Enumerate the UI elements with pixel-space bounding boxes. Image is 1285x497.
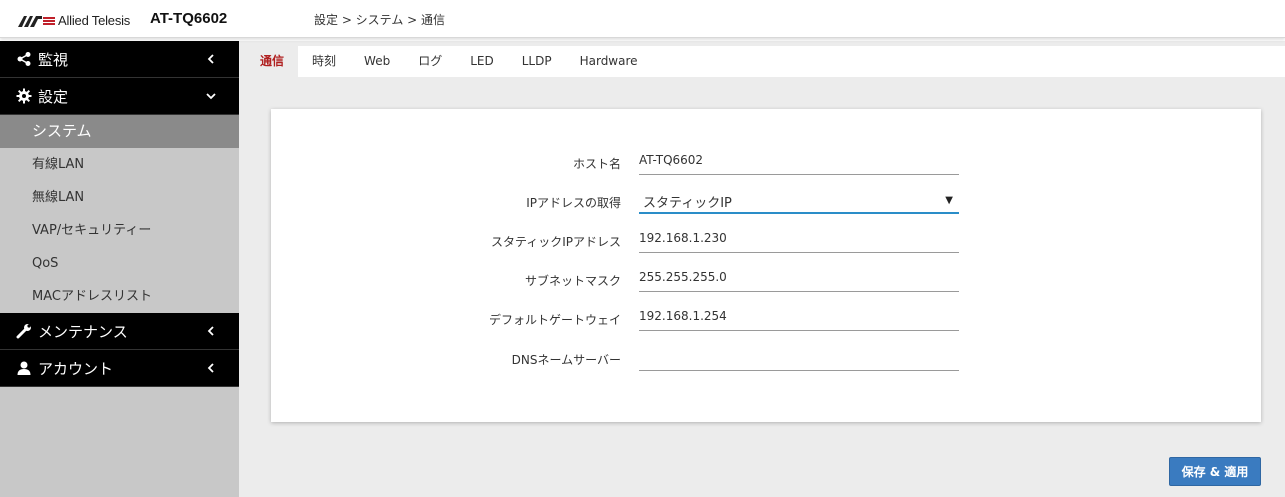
- sidebar-section-label: 監視: [38, 50, 69, 69]
- default-gateway-input[interactable]: 192.168.1.254: [639, 303, 959, 331]
- sidebar-item-vap-security[interactable]: VAP/セキュリティー: [0, 214, 239, 247]
- tab-led[interactable]: LED: [456, 46, 508, 77]
- tab-time[interactable]: 時刻: [298, 46, 350, 77]
- save-apply-button[interactable]: 保存 & 適用: [1169, 457, 1261, 486]
- subnet-label: サブネットマスク: [524, 274, 621, 288]
- sidebar: 監視 設定 システム 有線LAN 無線LAN VAP/セキュリティー QoS M…: [0, 41, 239, 497]
- gateway-label: デフォルトゲートウェイ: [488, 313, 621, 327]
- sidebar-section-settings[interactable]: 設定: [0, 78, 239, 115]
- tab-lldp[interactable]: LLDP: [508, 46, 566, 77]
- subnet-mask-input[interactable]: 255.255.255.0: [639, 264, 959, 292]
- sidebar-section-label: アカウント: [38, 359, 114, 378]
- dns-server-input[interactable]: [639, 343, 959, 371]
- sidebar-section-label: メンテナンス: [38, 322, 128, 341]
- form-row-subnet: サブネットマスク 255.255.255.0: [271, 264, 1261, 294]
- static-ip-input[interactable]: 192.168.1.230: [639, 225, 959, 253]
- sidebar-item-wired-lan[interactable]: 有線LAN: [0, 148, 239, 181]
- hostname-label: ホスト名: [572, 157, 621, 171]
- chevron-left-icon: [207, 363, 214, 373]
- sidebar-section-account[interactable]: アカウント: [0, 350, 239, 387]
- sidebar-section-monitor[interactable]: 監視: [0, 41, 239, 78]
- allied-telesis-logo-icon: [18, 16, 55, 27]
- share-icon: [17, 52, 31, 66]
- chevron-left-icon: [207, 326, 214, 336]
- ip-mode-label: IPアドレスの取得: [526, 196, 621, 210]
- hostname-input[interactable]: AT-TQ6602: [639, 147, 959, 175]
- user-icon: [17, 361, 31, 375]
- tab-web[interactable]: Web: [350, 46, 404, 77]
- form-row-hostname: ホスト名 AT-TQ6602: [271, 147, 1261, 177]
- tab-bar: 通信 時刻 Web ログ LED LLDP Hardware: [246, 46, 1285, 77]
- brand-logo: Allied Telesis: [18, 11, 130, 29]
- gear-icon: [16, 88, 32, 104]
- device-model: AT-TQ6602: [150, 10, 228, 27]
- sidebar-item-system[interactable]: システム: [0, 115, 239, 148]
- breadcrumb: 設定 > システム > 通信: [314, 13, 446, 27]
- form-row-gateway: デフォルトゲートウェイ 192.168.1.254: [271, 303, 1261, 333]
- brand-name: Allied Telesis: [58, 12, 131, 28]
- dropdown-caret-icon: ▼: [945, 195, 953, 206]
- top-header: Allied Telesis AT-TQ6602 設定 > システム > 通信: [0, 0, 1285, 38]
- tab-hardware[interactable]: Hardware: [566, 46, 652, 77]
- chevron-down-icon: [206, 93, 216, 100]
- sidebar-item-wireless-lan[interactable]: 無線LAN: [0, 181, 239, 214]
- tab-communication[interactable]: 通信: [246, 46, 299, 77]
- main-content: 通信 時刻 Web ログ LED LLDP Hardware ホスト名 AT-T…: [239, 41, 1285, 497]
- dns-label: DNSネームサーバー: [511, 353, 621, 367]
- sidebar-section-label: 設定: [38, 87, 69, 106]
- static-ip-label: スタティックIPアドレス: [490, 235, 621, 249]
- form-row-dns: DNSネームサーバー: [271, 343, 1261, 373]
- sidebar-item-mac-address-list[interactable]: MACアドレスリスト: [0, 280, 239, 313]
- sidebar-section-maintenance[interactable]: メンテナンス: [0, 313, 239, 350]
- wrench-icon: [16, 324, 31, 339]
- tab-log[interactable]: ログ: [404, 46, 456, 77]
- sidebar-item-qos[interactable]: QoS: [0, 247, 239, 280]
- chevron-left-icon: [207, 54, 214, 64]
- ip-mode-select[interactable]: スタティックIP ▼: [639, 186, 959, 214]
- settings-panel: ホスト名 AT-TQ6602 IPアドレスの取得 スタティックIP ▼ スタティ…: [271, 109, 1261, 422]
- form-row-static-ip: スタティックIPアドレス 192.168.1.230: [271, 225, 1261, 255]
- form-row-ip-mode: IPアドレスの取得 スタティックIP ▼: [271, 186, 1261, 216]
- ip-mode-selected-value: スタティックIP: [643, 196, 732, 211]
